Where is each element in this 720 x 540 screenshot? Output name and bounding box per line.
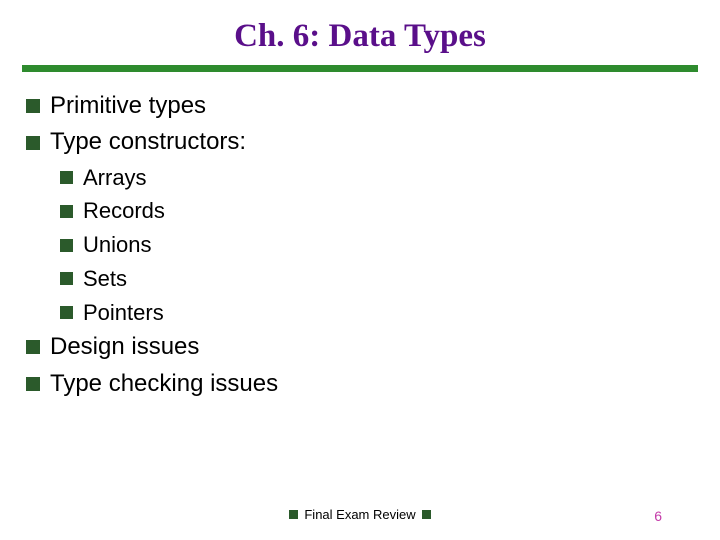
list-item: Arrays: [60, 163, 694, 193]
list-item-text: Arrays: [83, 163, 147, 193]
list-item-text: Unions: [83, 230, 151, 260]
list-item: Primitive types: [26, 90, 694, 122]
square-bullet-icon: [60, 272, 73, 285]
footer: Final Exam Review: [0, 507, 720, 522]
list-item: Type constructors:: [26, 126, 694, 158]
slide: Ch. 6: Data Types Primitive types Type c…: [0, 0, 720, 540]
footer-text: Final Exam Review: [304, 507, 415, 522]
square-bullet-icon: [60, 239, 73, 252]
list-item: Records: [60, 196, 694, 226]
list-item: Sets: [60, 264, 694, 294]
square-bullet-icon: [422, 510, 431, 519]
content-area: Primitive types Type constructors: Array…: [0, 90, 720, 400]
square-bullet-icon: [26, 340, 40, 354]
footer-center: Final Exam Review: [289, 507, 430, 522]
slide-title: Ch. 6: Data Types: [0, 18, 720, 55]
list-item-text: Pointers: [83, 298, 164, 328]
square-bullet-icon: [60, 306, 73, 319]
list-item-text: Type constructors:: [50, 126, 246, 158]
title-underline: [22, 65, 698, 72]
page-number: 6: [654, 508, 662, 524]
list-item: Pointers: [60, 298, 694, 328]
list-item: Type checking issues: [26, 368, 694, 400]
square-bullet-icon: [289, 510, 298, 519]
list-item-text: Sets: [83, 264, 127, 294]
list-item: Unions: [60, 230, 694, 260]
square-bullet-icon: [26, 99, 40, 113]
list-item-text: Type checking issues: [50, 368, 278, 400]
square-bullet-icon: [60, 205, 73, 218]
list-item-text: Records: [83, 196, 165, 226]
square-bullet-icon: [26, 136, 40, 150]
list-item-text: Primitive types: [50, 90, 206, 122]
list-item: Design issues: [26, 331, 694, 363]
square-bullet-icon: [60, 171, 73, 184]
list-item-text: Design issues: [50, 331, 199, 363]
square-bullet-icon: [26, 377, 40, 391]
